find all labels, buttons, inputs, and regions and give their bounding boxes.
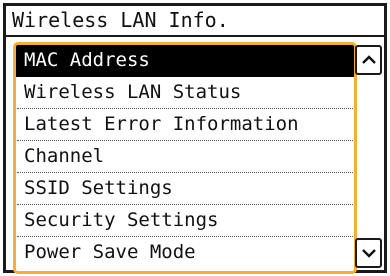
scroll-down-button[interactable] — [355, 238, 382, 268]
screen-title: Wireless LAN Info. — [6, 6, 384, 37]
lcd-screen: Wireless LAN Info. MAC Address Wireless … — [3, 3, 387, 274]
menu-item-wireless-lan-status[interactable]: Wireless LAN Status — [17, 77, 353, 110]
chevron-down-icon — [361, 249, 376, 258]
menu-item-latest-error-information[interactable]: Latest Error Information — [17, 109, 353, 142]
menu-item-power-save-mode[interactable]: Power Save Mode — [17, 237, 353, 269]
scroll-up-button[interactable] — [355, 45, 382, 75]
menu-item-channel[interactable]: Channel — [17, 141, 353, 174]
chevron-up-icon — [361, 55, 376, 64]
menu-list: MAC Address Wireless LAN Status Latest E… — [16, 45, 354, 270]
menu-list-frame: MAC Address Wireless LAN Status Latest E… — [13, 42, 357, 274]
menu-item-ssid-settings[interactable]: SSID Settings — [17, 173, 353, 206]
menu-item-security-settings[interactable]: Security Settings — [17, 205, 353, 238]
menu-item-mac-address[interactable]: MAC Address — [16, 45, 354, 77]
